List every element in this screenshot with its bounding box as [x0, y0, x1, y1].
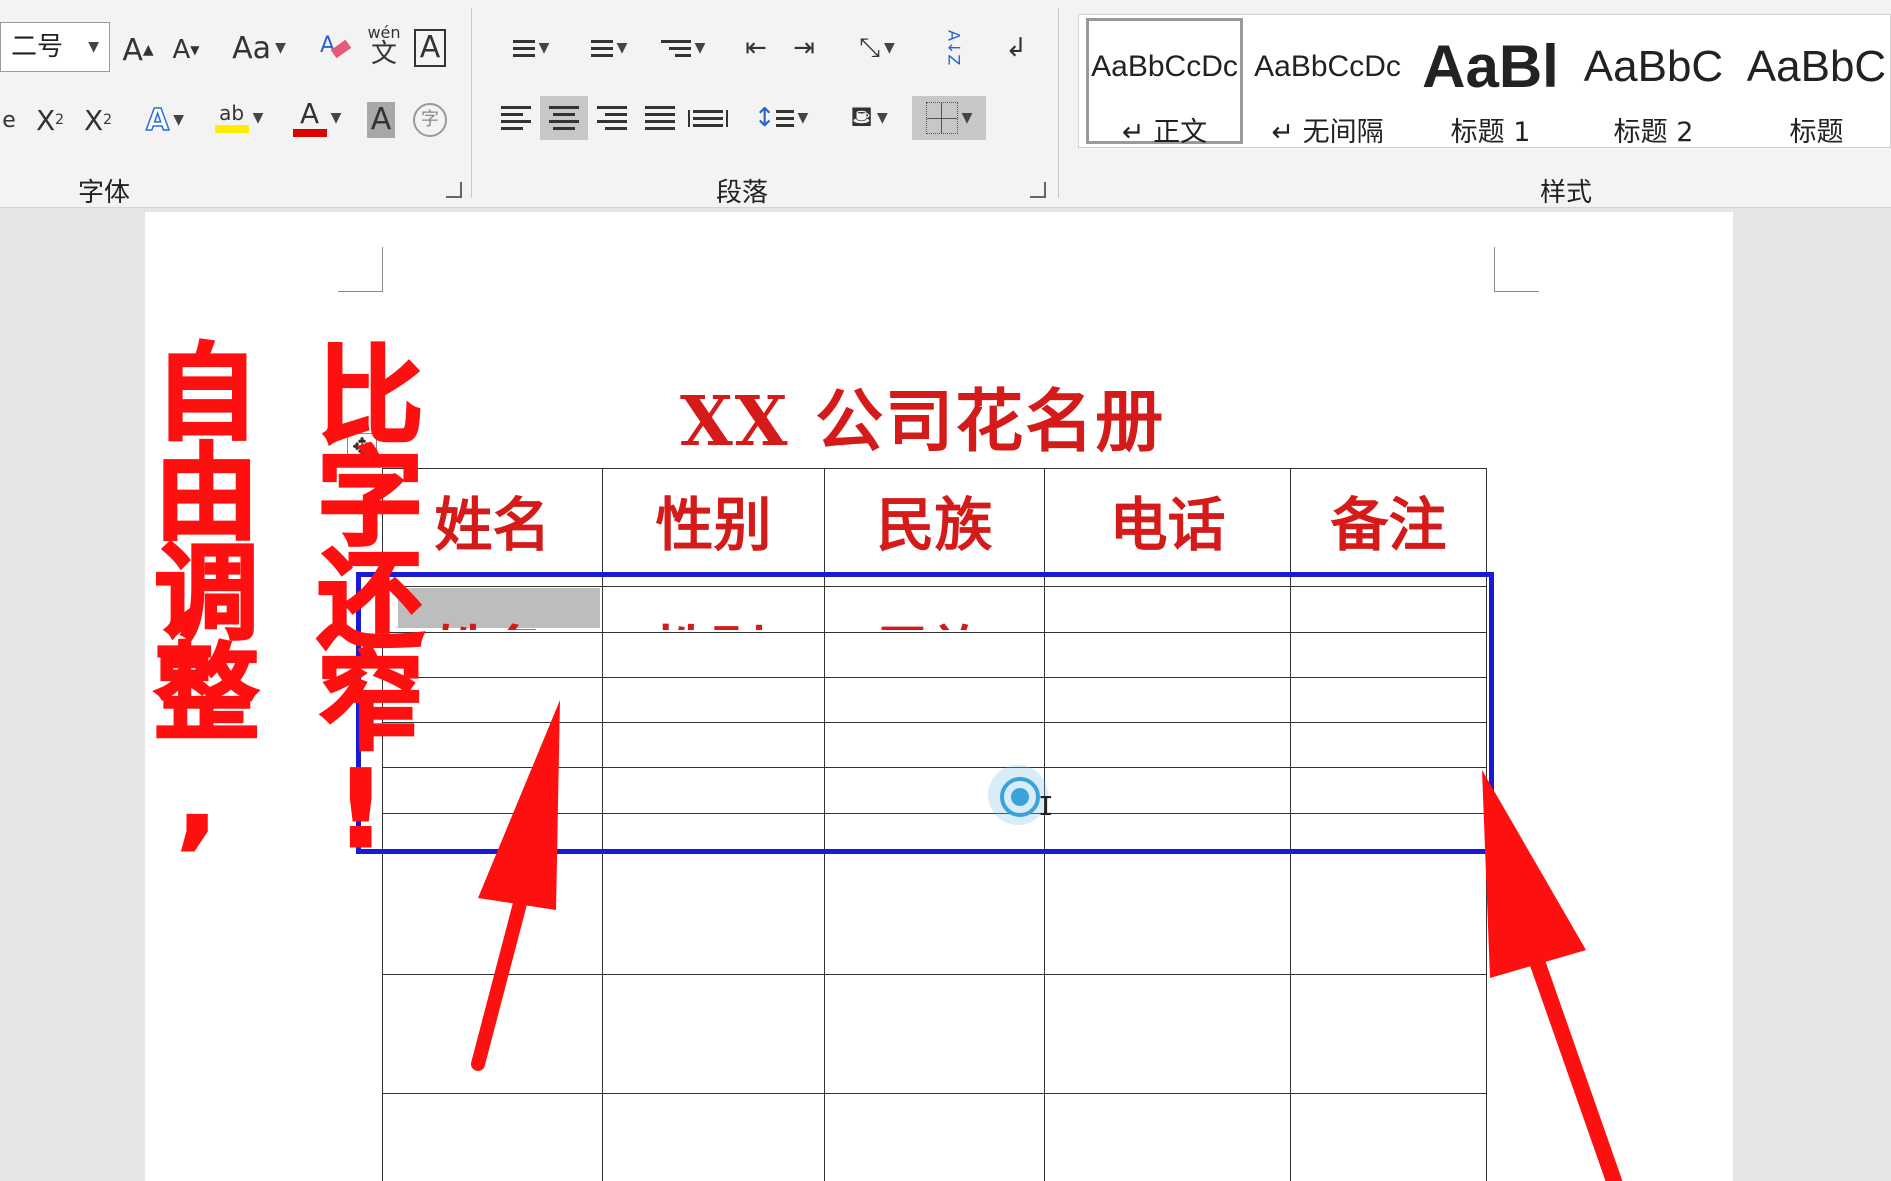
arrow-icon	[471, 700, 560, 1071]
annotation-arrows	[471, 700, 1622, 1181]
arrow-icon	[1482, 770, 1622, 1181]
